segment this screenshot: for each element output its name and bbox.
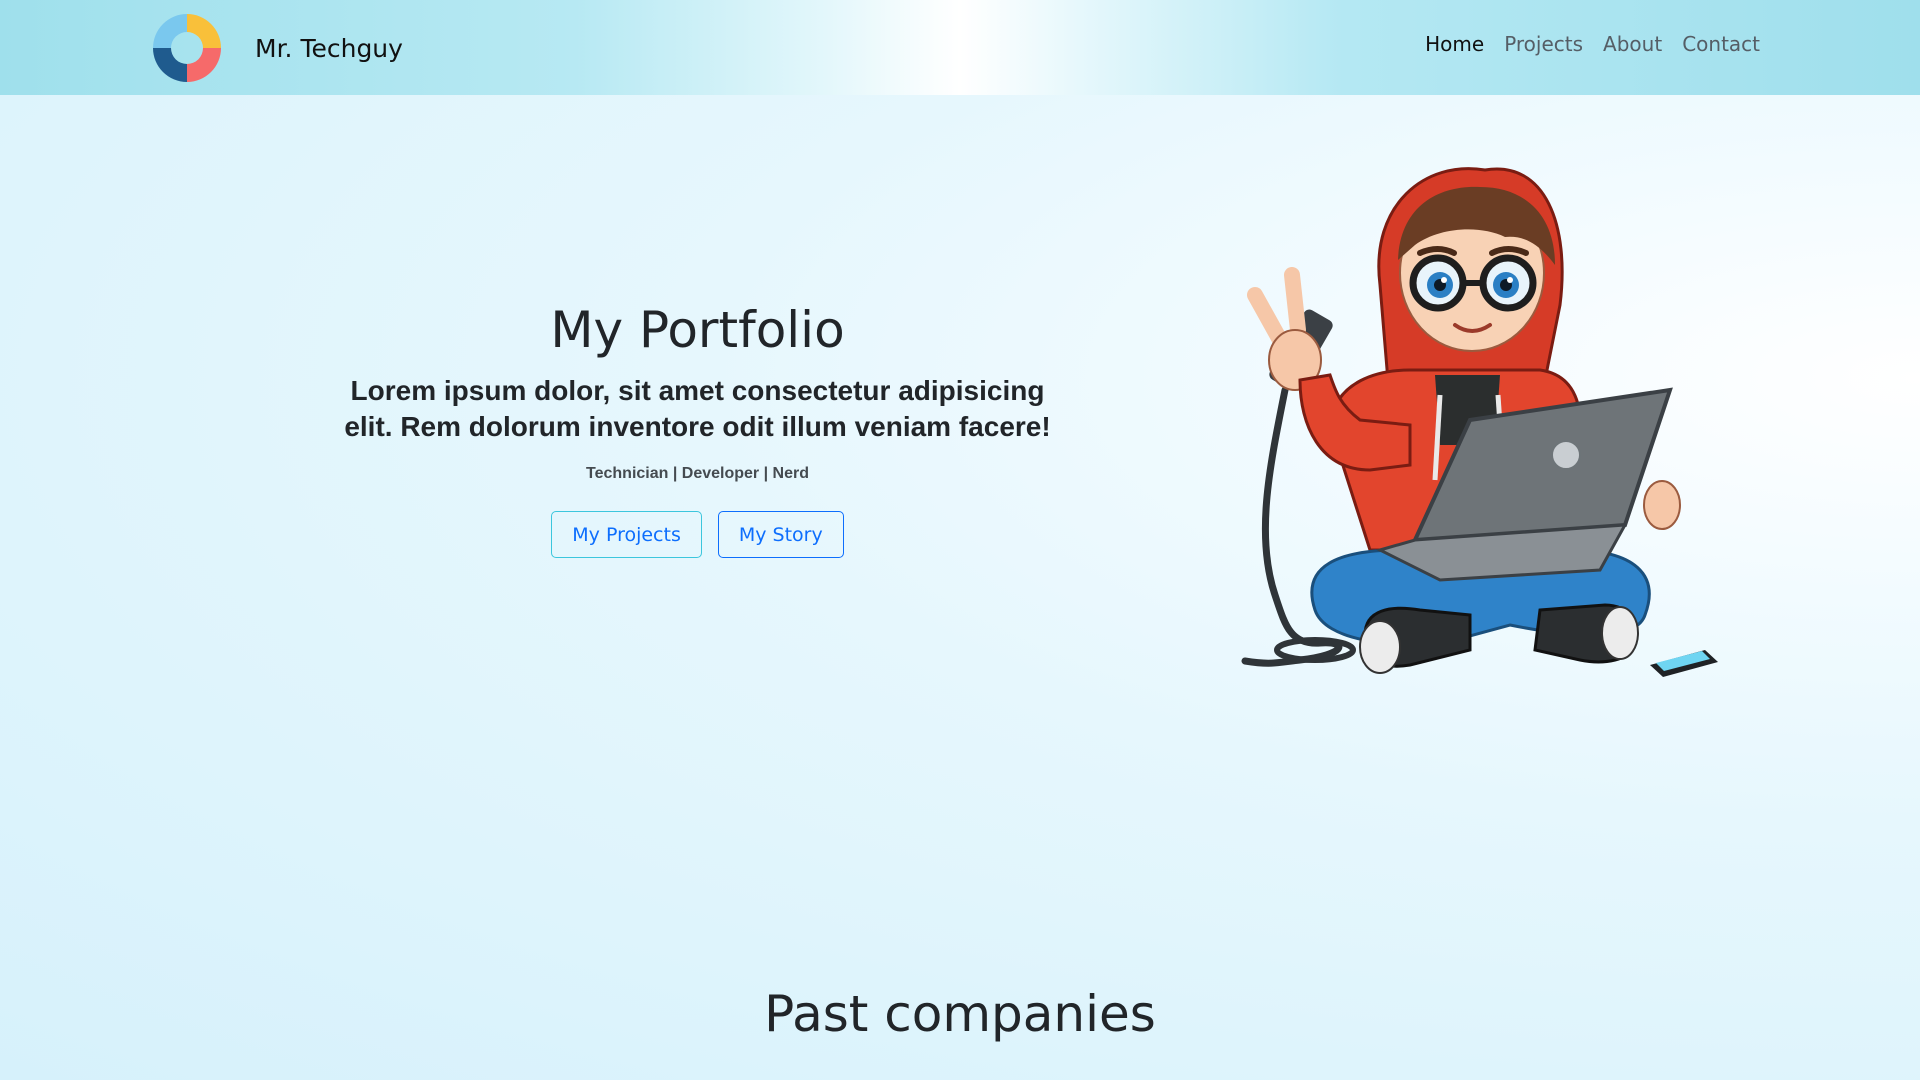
developer-avatar-illustration bbox=[1241, 167, 1718, 677]
hero-title: My Portfolio bbox=[550, 301, 845, 359]
hero-tagline: Technician | Developer | Nerd bbox=[586, 465, 809, 482]
brand-link[interactable]: Mr. Techguy bbox=[151, 12, 403, 84]
nav-home-link[interactable]: Home bbox=[1425, 32, 1484, 56]
my-story-button[interactable]: My Story bbox=[717, 511, 844, 558]
nav-links: Home Projects About Contact bbox=[1425, 32, 1760, 56]
top-navbar: Mr. Techguy Home Projects About Contact bbox=[0, 0, 1920, 95]
donut-logo-icon bbox=[153, 14, 221, 82]
nav-about-link[interactable]: About bbox=[1603, 32, 1662, 56]
nav-contact-link[interactable]: Contact bbox=[1682, 32, 1760, 56]
past-companies-title: Past companies bbox=[764, 985, 1156, 1043]
my-projects-button[interactable]: My Projects bbox=[551, 511, 702, 558]
hero-subtitle: Lorem ipsum dolor, sit amet consectetur … bbox=[344, 375, 1051, 442]
brand-name: Mr. Techguy bbox=[255, 33, 403, 63]
nav-projects-link[interactable]: Projects bbox=[1504, 32, 1583, 56]
hero-buttons: My Projects My Story bbox=[300, 511, 1095, 558]
hero-section: My Portfolio Lorem ipsum dolor, sit amet… bbox=[300, 295, 1095, 558]
